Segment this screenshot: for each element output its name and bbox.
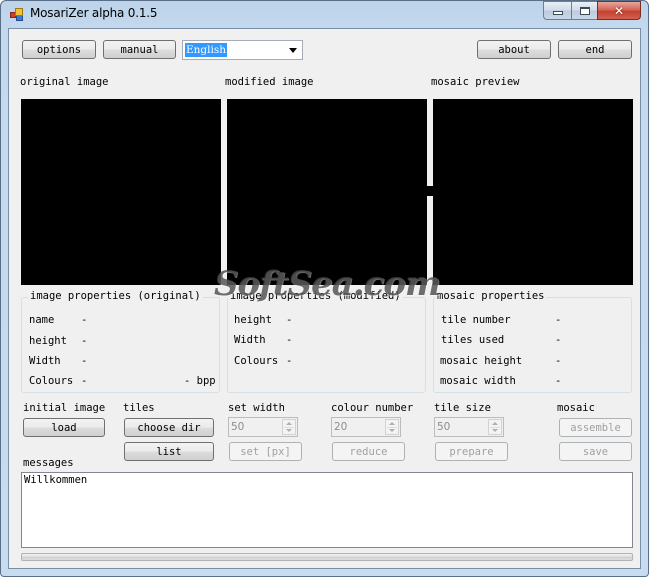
messages-label: messages [23, 457, 74, 469]
tile-size-value: 50 [437, 421, 451, 433]
colour-number-spinner[interactable]: 20 [331, 417, 401, 437]
close-button[interactable]: ✕ [597, 1, 641, 20]
set-px-button[interactable]: set [px] [229, 442, 302, 461]
initial-image-label: initial image [23, 402, 106, 414]
mosaic-width-label: mosaic width [440, 375, 516, 387]
original-name-value: - [81, 314, 88, 326]
messages-text: Willkommen [24, 474, 88, 486]
modified-image-label: modified image [225, 76, 314, 88]
assemble-button[interactable]: assemble [559, 418, 632, 437]
modified-colours-label: Colours [234, 355, 279, 367]
language-select[interactable]: English [182, 40, 303, 60]
spin-down-icon[interactable] [286, 429, 292, 432]
minimize-button[interactable] [543, 1, 571, 20]
reduce-button[interactable]: reduce [332, 442, 405, 461]
spin-up-icon[interactable] [389, 422, 395, 425]
caption-buttons: ✕ [543, 1, 641, 20]
modified-height-label: height [234, 314, 272, 326]
progress-bar [21, 553, 633, 561]
end-button[interactable]: end [558, 40, 632, 59]
tile-size-spinner[interactable]: 50 [434, 417, 504, 437]
original-height-label: height [29, 335, 67, 347]
original-colours-label: Colours [29, 375, 74, 387]
save-button[interactable]: save [559, 442, 632, 461]
choose-dir-button[interactable]: choose dir [124, 418, 214, 437]
list-button[interactable]: list [124, 442, 214, 461]
original-properties-group: image properties (original) name - heigh… [21, 290, 220, 393]
spin-down-icon[interactable] [389, 429, 395, 432]
mosaic-properties-group: mosaic properties tile number - tiles us… [433, 290, 632, 393]
original-properties-title: image properties (original) [28, 290, 203, 302]
original-colours-value: - [81, 375, 88, 387]
tiles-label: tiles [123, 402, 155, 414]
spin-up-icon[interactable] [286, 422, 292, 425]
original-height-value: - [81, 335, 88, 347]
chevron-down-icon[interactable] [289, 48, 297, 53]
modified-properties-title: image properties (modified) [228, 290, 403, 302]
tile-size-label: tile size [434, 402, 491, 414]
app-icon [10, 8, 24, 21]
messages-textarea[interactable]: Willkommen [21, 472, 633, 548]
tile-number-label: tile number [441, 314, 511, 326]
colour-number-stepper[interactable] [385, 419, 399, 435]
colour-number-label: colour number [331, 402, 414, 414]
modified-image-canvas [227, 99, 427, 285]
tiles-used-value: - [555, 334, 562, 346]
close-icon: ✕ [613, 3, 625, 18]
maximize-button[interactable] [571, 1, 597, 20]
modified-width-value: - [286, 334, 293, 346]
spin-up-icon[interactable] [492, 422, 498, 425]
tile-number-value: - [555, 314, 562, 326]
about-button[interactable]: about [477, 40, 551, 59]
tile-size-stepper[interactable] [488, 419, 502, 435]
mosaic-width-value: - [555, 375, 562, 387]
app-window: MosariZer alpha 0.1.5 ✕ options manual E… [0, 0, 649, 577]
original-image-label: original image [20, 76, 109, 88]
mosaic-properties-title: mosaic properties [435, 290, 547, 302]
mosaic-preview-canvas [433, 99, 633, 285]
set-width-spinner[interactable]: 50 [228, 417, 298, 437]
minimize-icon [552, 11, 563, 15]
options-button[interactable]: options [22, 40, 96, 59]
tiles-used-label: tiles used [441, 334, 505, 346]
original-name-label: name [29, 314, 55, 326]
spin-down-icon[interactable] [492, 429, 498, 432]
set-width-stepper[interactable] [282, 419, 296, 435]
client-area: options manual English about end origina… [8, 28, 641, 569]
original-width-label: Width [29, 355, 61, 367]
modified-properties-group: image properties (modified) height - Wid… [227, 290, 426, 393]
set-width-value: 50 [231, 421, 245, 433]
prepare-button[interactable]: prepare [435, 442, 508, 461]
modified-colours-value: - [286, 355, 293, 367]
original-width-value: - [81, 355, 88, 367]
mosaic-label: mosaic [557, 402, 595, 414]
mosaic-preview-label: mosaic preview [431, 76, 520, 88]
language-selected-value: English [185, 43, 228, 57]
original-bpp-value: - bpp [184, 375, 216, 387]
title-bar[interactable]: MosariZer alpha 0.1.5 ✕ [1, 1, 648, 28]
manual-button[interactable]: manual [103, 40, 176, 59]
window-title: MosariZer alpha 0.1.5 [30, 6, 158, 20]
mosaic-height-label: mosaic height [440, 355, 523, 367]
maximize-icon [579, 6, 590, 15]
modified-width-label: Width [234, 334, 266, 346]
modified-height-value: - [286, 314, 293, 326]
colour-number-value: 20 [334, 421, 348, 433]
original-image-canvas [21, 99, 221, 285]
mosaic-height-value: - [555, 355, 562, 367]
load-button[interactable]: load [23, 418, 105, 437]
set-width-label: set width [228, 402, 285, 414]
